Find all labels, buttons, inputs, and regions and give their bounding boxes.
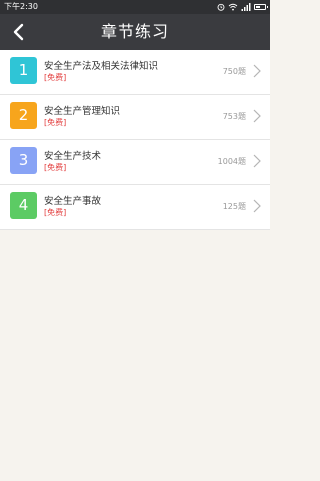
free-tag: [免费] [44,208,67,217]
navbar: 章节练习 [0,14,270,50]
question-count: 750题 [222,67,246,76]
chapter-number-badge: 1 [10,57,37,84]
signal-icon [241,3,251,11]
status-icons [217,0,268,14]
chapter-list: 1 安全生产法及相关法律知识 [免费] 750题 2 安全生产管理知识 [免费]… [0,50,270,230]
status-bar: 下午2:30 [0,0,270,14]
question-count: 1004题 [217,157,246,166]
chevron-right-icon [253,199,261,213]
battery-level [256,6,260,8]
chevron-right-icon [253,109,261,123]
free-tag: [免费] [44,163,67,172]
chapter-title: 安全生产事故 [44,196,102,207]
wifi-icon [228,3,238,11]
chapter-item[interactable]: 2 安全生产管理知识 [免费] 753题 [0,95,270,140]
chapter-item[interactable]: 4 安全生产事故 [免费] 125题 [0,185,270,230]
free-tag: [免费] [44,73,67,82]
question-count: 753题 [222,112,246,121]
free-tag: [免费] [44,118,67,127]
page-title: 章节练习 [100,22,169,41]
chapter-item[interactable]: 1 安全生产法及相关法律知识 [免费] 750题 [0,50,270,95]
chapter-item[interactable]: 3 安全生产技术 [免费] 1004题 [0,140,270,185]
battery-icon [254,4,268,10]
chapter-number-badge: 4 [10,192,37,219]
chapter-number-badge: 2 [10,102,37,129]
alarm-icon [217,3,225,11]
chevron-right-icon [253,64,261,78]
chapter-title: 安全生产管理知识 [44,106,121,117]
chapter-title: 安全生产法及相关法律知识 [44,61,159,72]
chapter-number-badge: 3 [10,147,37,174]
chevron-right-icon [253,154,261,168]
question-count: 125题 [222,202,246,211]
chapter-title: 安全生产技术 [44,151,102,162]
status-time: 下午2:30 [4,2,38,11]
